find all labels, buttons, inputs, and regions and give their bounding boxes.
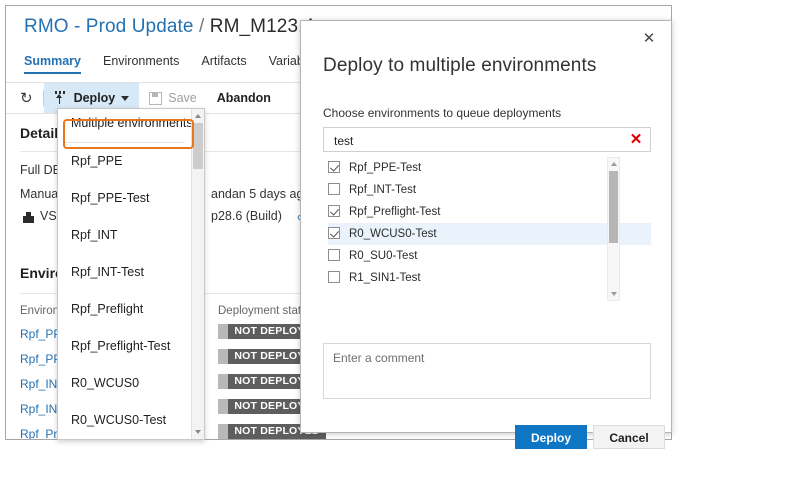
scrollbar-thumb[interactable] bbox=[609, 171, 618, 243]
search-input[interactable] bbox=[332, 128, 626, 153]
comment-input[interactable] bbox=[331, 349, 645, 397]
environment-list-scrollbar[interactable] bbox=[607, 157, 620, 301]
menu-item-rpf-preflight-test[interactable]: Rpf_Preflight-Test bbox=[58, 328, 191, 365]
details-line-full-db: Full DB bbox=[20, 163, 61, 177]
menu-item-rpf-ppe[interactable]: Rpf_PPE bbox=[58, 143, 191, 180]
breadcrumb-separator: / bbox=[198, 16, 205, 37]
dialog-title: Deploy to multiple environments bbox=[323, 55, 597, 76]
list-item[interactable]: Rpf_INT-Test bbox=[328, 179, 651, 201]
save-button-label: Save bbox=[168, 91, 197, 105]
breadcrumb: RMO - Prod Update / RM_M123.4 bbox=[24, 16, 314, 38]
column-header-environment: Environ bbox=[20, 305, 59, 317]
abandon-button[interactable]: Abandon bbox=[207, 83, 281, 113]
screenshot-root: RMO - Prod Update / RM_M123.4 Summary En… bbox=[0, 0, 800, 500]
environment-name: Rpf_INT-Test bbox=[349, 184, 417, 196]
status-grip bbox=[218, 399, 228, 414]
details-line-manual: Manual bbox=[20, 187, 61, 201]
menu-item-rpf-int-test[interactable]: Rpf_INT-Test bbox=[58, 254, 191, 291]
list-item[interactable]: Rpf_Preflight-Test bbox=[328, 201, 651, 223]
menu-item-rpf-int[interactable]: Rpf_INT bbox=[58, 217, 191, 254]
deploy-button-label: Deploy bbox=[73, 91, 116, 105]
details-line-vs: VS bbox=[40, 209, 57, 223]
status-grip bbox=[218, 349, 228, 364]
deploy-dropdown-list: Multiple environments Rpf_PPE Rpf_PPE-Te… bbox=[58, 109, 193, 439]
chevron-up-icon[interactable] bbox=[195, 114, 201, 118]
column-header-deployment-status: Deployment statu bbox=[218, 305, 308, 317]
status-grip bbox=[218, 324, 228, 339]
details-build-number: p28.6 (Build) bbox=[211, 209, 282, 223]
list-item[interactable]: R0_WCUS0-Test bbox=[328, 223, 651, 245]
close-icon[interactable]: ✕ bbox=[639, 29, 659, 49]
details-deployed-by: andan 5 days ago bbox=[211, 187, 311, 201]
checkbox-unchecked[interactable] bbox=[328, 183, 340, 195]
checkbox-checked[interactable] bbox=[328, 205, 340, 217]
checkbox-checked[interactable] bbox=[328, 227, 340, 239]
environment-name: Rpf_PPE-Test bbox=[349, 162, 422, 174]
table-row-env-link[interactable]: Rpf_PP bbox=[20, 352, 61, 366]
deploy-upload-icon bbox=[54, 91, 68, 105]
breadcrumb-current: RM_M123.4 bbox=[209, 16, 315, 37]
chevron-down-icon bbox=[121, 95, 130, 101]
checkbox-unchecked[interactable] bbox=[328, 271, 340, 283]
choose-environments-label: Choose environments to queue deployments bbox=[323, 106, 562, 120]
status-grip bbox=[218, 374, 228, 389]
dialog-deploy-button[interactable]: Deploy bbox=[515, 425, 587, 449]
menu-item-r0-wcus0[interactable]: R0_WCUS0 bbox=[58, 365, 191, 402]
list-item[interactable]: R1_SIN1-Test bbox=[328, 267, 651, 289]
refresh-button[interactable]: ↻ bbox=[6, 83, 43, 113]
vs-build-icon bbox=[22, 212, 35, 224]
breadcrumb-project[interactable]: RMO - Prod Update bbox=[24, 16, 194, 37]
chevron-down-icon[interactable] bbox=[195, 430, 201, 434]
abandon-button-label: Abandon bbox=[216, 91, 271, 105]
clear-x-icon[interactable]: ✕ bbox=[628, 130, 644, 150]
tab-summary[interactable]: Summary bbox=[24, 54, 81, 74]
environment-name: R1_SIN1-Test bbox=[349, 272, 421, 284]
checkbox-checked[interactable] bbox=[328, 161, 340, 173]
menu-item-r0-wcus0-test[interactable]: R0_WCUS0-Test bbox=[58, 402, 191, 439]
chevron-up-icon[interactable] bbox=[611, 162, 617, 166]
environment-checkbox-list: Rpf_PPE-Test Rpf_INT-Test Rpf_Preflight-… bbox=[328, 157, 651, 301]
menu-item-rpf-preflight[interactable]: Rpf_Preflight bbox=[58, 291, 191, 328]
dropdown-scrollbar[interactable] bbox=[191, 109, 204, 439]
deploy-dropdown-menu: Multiple environments Rpf_PPE Rpf_PPE-Te… bbox=[57, 108, 205, 440]
save-disk-icon bbox=[149, 91, 163, 105]
list-item[interactable]: Rpf_PPE-Test bbox=[328, 157, 651, 179]
environment-search-box: ✕ bbox=[323, 127, 651, 153]
menu-item-rpf-ppe-test[interactable]: Rpf_PPE-Test bbox=[58, 180, 191, 217]
scrollbar-thumb[interactable] bbox=[193, 123, 203, 169]
environment-name: Rpf_Preflight-Test bbox=[349, 206, 441, 218]
tab-artifacts[interactable]: Artifacts bbox=[201, 54, 246, 74]
comment-box bbox=[323, 343, 651, 399]
chevron-down-icon[interactable] bbox=[611, 292, 617, 296]
environment-name: R0_SU0-Test bbox=[349, 250, 418, 262]
tab-environments[interactable]: Environments bbox=[103, 54, 179, 74]
deploy-dialog: ✕ Deploy to multiple environments Choose… bbox=[300, 20, 672, 449]
refresh-icon: ↻ bbox=[20, 90, 33, 107]
tab-bar: Summary Environments Artifacts Variables bbox=[24, 54, 320, 74]
table-row-env-link[interactable]: Rpf_PP bbox=[20, 327, 61, 341]
list-item[interactable]: R0_SU0-Test bbox=[328, 245, 651, 267]
environment-name: R0_WCUS0-Test bbox=[349, 228, 437, 240]
status-grip bbox=[218, 424, 228, 439]
dialog-cancel-button[interactable]: Cancel bbox=[593, 425, 665, 449]
menu-item-multiple-environments[interactable]: Multiple environments bbox=[58, 109, 193, 138]
checkbox-unchecked[interactable] bbox=[328, 249, 340, 261]
